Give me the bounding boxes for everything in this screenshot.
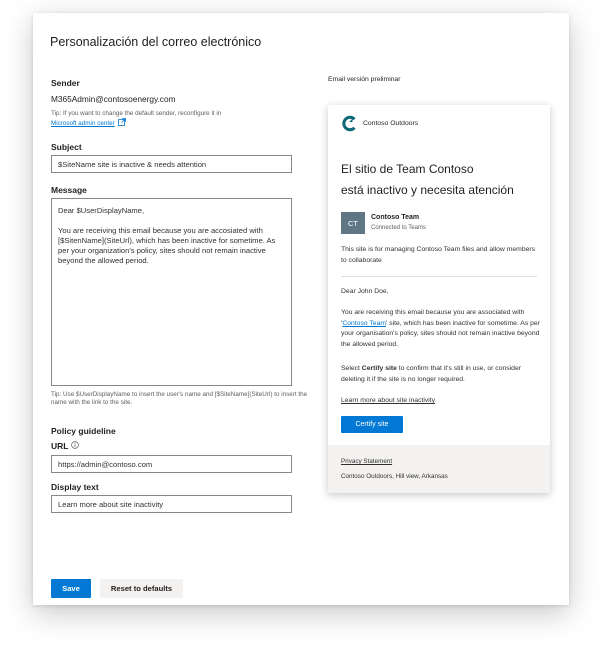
policy-guideline-heading: Policy guideline (51, 426, 116, 436)
headline-line-1: El sitio de Team Contoso (341, 162, 474, 176)
certify-site-button[interactable]: Certify site (341, 416, 403, 433)
url-label: URL (51, 441, 69, 451)
greeting: Dear John Doe, (341, 288, 389, 295)
body-paragraph: You are receiving this email because you… (341, 308, 541, 350)
reset-to-defaults-button[interactable]: Reset to defaults (100, 579, 183, 598)
display-text-input[interactable]: Learn more about site inactivity (51, 495, 292, 513)
external-link-icon[interactable] (117, 118, 126, 129)
sender-tip-text: Tip: If you want to change the default s… (51, 110, 222, 117)
brand-name: Contoso Outdoors (363, 120, 419, 127)
contoso-logo-icon (341, 115, 358, 132)
url-label-row: URL (51, 441, 80, 451)
preview-label: Email versión preliminar (328, 76, 401, 83)
subject-label: Subject (51, 142, 82, 152)
brand-row: Contoso Outdoors (341, 115, 418, 132)
team-name: Contoso Team (371, 214, 420, 221)
select-text-bold: Certify site (361, 365, 397, 372)
page-title: Personalización del correo electrónico (50, 35, 262, 49)
learn-more-link[interactable]: Learn more about site inactivity (341, 396, 435, 407)
message-tip: Tip: Use $UserDisplayName to insert the … (51, 391, 308, 406)
display-text-label: Display text (51, 482, 99, 492)
team-avatar: CT (341, 212, 365, 234)
subject-input[interactable]: $SiteName site is inactive & needs atten… (51, 155, 292, 173)
message-textarea[interactable]: Dear $UserDisplayName, You are receiving… (51, 198, 292, 386)
headline-line-2: está inactivo y necesita atención (341, 183, 514, 197)
sender-tip: Tip: If you want to change the default s… (51, 110, 281, 129)
footer-address: Contoso Outdoors, Hill view, Arkansas (341, 473, 448, 480)
sender-value: M365Admin@contosoenergy.com (51, 94, 176, 104)
url-input[interactable]: https://admin@contoso.com (51, 455, 292, 473)
sender-label: Sender (51, 78, 80, 88)
microsoft-admin-center-link[interactable]: Microsoft admin center (51, 120, 115, 128)
site-link[interactable]: Contoso Team (342, 320, 386, 327)
preview-headline: El sitio de Team Contoso está inactivo y… (341, 159, 551, 201)
save-button[interactable]: Save (51, 579, 91, 598)
site-description: This site is for managing Contoso Team f… (341, 246, 536, 264)
email-customization-panel: Personalización del correo electrónico S… (33, 13, 569, 605)
message-label: Message (51, 185, 87, 195)
divider (341, 276, 537, 277)
email-preview-card: Contoso Outdoors El sitio de Team Contos… (328, 105, 550, 493)
preview-footer: Privacy Statement Contoso Outdoors, Hill… (328, 445, 550, 493)
privacy-statement-link[interactable]: Privacy Statement (341, 458, 392, 465)
select-text-pre: Select (341, 365, 362, 372)
team-sub: Connected to Teams (371, 225, 426, 231)
info-icon[interactable] (71, 441, 80, 451)
select-paragraph: Select Certify site to confirm that it's… (341, 364, 541, 385)
